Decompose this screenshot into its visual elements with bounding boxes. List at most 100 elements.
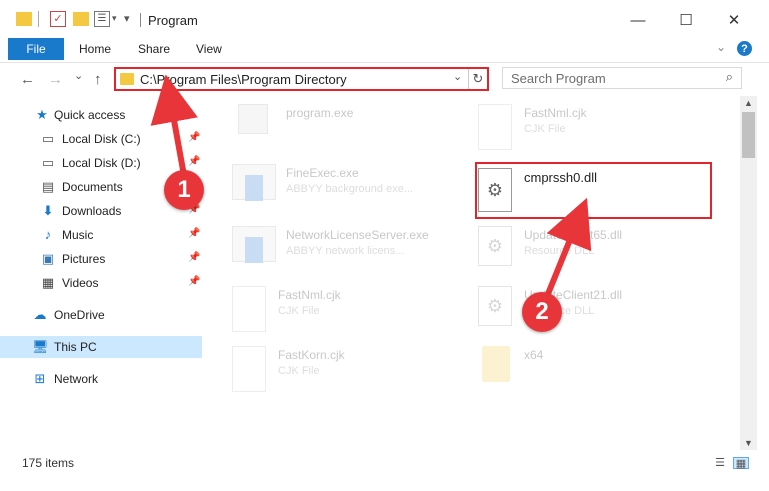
- address-bar[interactable]: C:\Program Files\Program Directory ⌄ ↻: [114, 67, 489, 91]
- folder-icon: [16, 12, 32, 26]
- sidebar-item-pictures[interactable]: ▣ Pictures 📌: [0, 248, 202, 270]
- address-dropdown-icon[interactable]: ⌄: [453, 70, 462, 83]
- documents-icon: ▤: [41, 179, 55, 194]
- properties-icon[interactable]: ✓: [50, 11, 66, 27]
- dll-icon: ⚙: [478, 226, 512, 266]
- file-name: program.exe: [286, 106, 354, 120]
- navigation-bar: ← → ⌄ ↑ C:\Program Files\Program Directo…: [0, 62, 769, 94]
- file-item[interactable]: program.exe: [232, 102, 472, 158]
- search-icon[interactable]: ⌕: [726, 69, 733, 85]
- quick-access-dropdown-icon[interactable]: ▾: [112, 13, 117, 24]
- sidebar-item-quick-access[interactable]: ★ Quick access: [0, 104, 202, 126]
- sidebar-item-label: OneDrive: [54, 308, 105, 322]
- file-item[interactable]: ⚙ UpdateClient21.dll Resource DLL: [478, 284, 718, 340]
- sidebar-item-local-disk-d[interactable]: ▭ Local Disk (D:) 📌: [0, 152, 202, 174]
- star-icon: ★: [36, 107, 48, 122]
- ribbon: File Home Share View ⌄ ?: [0, 38, 769, 60]
- help-icon[interactable]: ?: [737, 41, 752, 56]
- app-icon: [232, 164, 276, 201]
- back-button[interactable]: ←: [20, 71, 35, 88]
- file-item[interactable]: FastNml.cjk CJK File: [232, 284, 472, 340]
- new-folder-icon[interactable]: [73, 12, 89, 26]
- maximize-button[interactable]: ☐: [663, 6, 709, 34]
- pin-icon[interactable]: 📌: [188, 156, 200, 167]
- videos-icon: ▦: [41, 275, 55, 290]
- file-item[interactable]: FastKorn.cjk CJK File: [232, 344, 472, 400]
- folder-icon: [120, 73, 134, 85]
- title-divider: [140, 13, 141, 27]
- file-type: Resource DLL: [524, 245, 595, 257]
- file-name: NetworkLicenseServer.exe: [286, 228, 429, 242]
- scroll-down-icon[interactable]: ▼: [740, 436, 757, 450]
- network-icon: ⊞: [34, 371, 46, 386]
- tab-home[interactable]: Home: [79, 42, 111, 56]
- pin-icon[interactable]: 📌: [188, 228, 200, 239]
- dll-highlight-box: [475, 162, 712, 219]
- file-item[interactable]: NetworkLicenseServer.exe ABBYY network l…: [232, 224, 472, 280]
- file-item[interactable]: x64: [478, 344, 718, 400]
- refresh-button[interactable]: ↻: [468, 69, 487, 89]
- document-icon: [232, 286, 266, 332]
- annotation-badge-1: 1: [164, 170, 204, 210]
- close-button[interactable]: ✕: [711, 6, 757, 34]
- folder-icon: [482, 346, 510, 382]
- cloud-icon: ☁: [33, 307, 47, 322]
- file-name: UpdateClient65.dll: [524, 228, 623, 242]
- file-name: FastNml.cjk: [524, 106, 587, 120]
- document-icon: [478, 104, 512, 150]
- tab-file[interactable]: File: [8, 38, 64, 60]
- sidebar-item-music[interactable]: ♪ Music 📌: [0, 224, 202, 246]
- expand-ribbon-icon[interactable]: ⌄: [716, 40, 726, 54]
- sidebar-item-this-pc[interactable]: 🖥 This PC: [0, 336, 202, 358]
- search-placeholder: Search Program: [511, 71, 606, 86]
- scroll-up-icon[interactable]: ▲: [740, 96, 757, 110]
- sidebar-item-network[interactable]: ⊞ Network: [0, 368, 202, 390]
- quick-access-customize-icon[interactable]: ☰: [94, 11, 110, 27]
- file-item[interactable]: FastNml.cjk CJK File: [478, 102, 718, 158]
- file-name: x64: [524, 348, 544, 362]
- annotation-badge-2: 2: [522, 292, 562, 332]
- large-icons-view-icon[interactable]: ▦: [733, 457, 749, 470]
- scroll-thumb[interactable]: [742, 112, 755, 158]
- vertical-scrollbar[interactable]: ▲ ▼: [740, 96, 757, 450]
- recent-locations-button[interactable]: ⌄: [74, 69, 83, 82]
- sidebar-item-label: Local Disk (D:): [62, 156, 141, 170]
- status-bar: 175 items ☰ ▦: [0, 452, 769, 474]
- pin-arrow-icon[interactable]: ▾: [124, 12, 130, 25]
- file-type: CJK File: [524, 123, 566, 135]
- sidebar-item-label: Videos: [62, 276, 99, 290]
- sidebar-item-local-disk-c[interactable]: ▭ Local Disk (C:) 📌: [0, 128, 202, 150]
- pin-icon[interactable]: 📌: [188, 252, 200, 263]
- file-type: ABBYY network licens...: [286, 245, 405, 257]
- file-item[interactable]: ⚙ UpdateClient65.dll Resource DLL: [478, 224, 718, 280]
- navigation-pane: ★ Quick access ▭ Local Disk (C:) 📌 ▭ Loc…: [0, 96, 208, 450]
- drive-icon: ▭: [41, 155, 55, 170]
- sidebar-item-label: Downloads: [62, 204, 122, 218]
- file-item[interactable]: FineExec.exe ABBYY background exe...: [232, 162, 472, 218]
- title-bar: ✓ ☰ ▾ ▾ Program — ☐ ✕: [0, 0, 769, 38]
- details-view-icon[interactable]: ☰: [712, 457, 728, 469]
- minimize-button[interactable]: —: [615, 6, 661, 34]
- sidebar-item-videos[interactable]: ▦ Videos 📌: [0, 272, 202, 294]
- sidebar-item-label: Network: [54, 372, 99, 386]
- sidebar-item-label: Pictures: [62, 252, 106, 266]
- tab-view[interactable]: View: [196, 42, 222, 56]
- up-button[interactable]: ↑: [94, 71, 102, 88]
- sidebar-item-label: Local Disk (C:): [62, 132, 141, 146]
- pin-icon[interactable]: 📌: [188, 132, 200, 143]
- file-name: FineExec.exe: [286, 166, 359, 180]
- address-path[interactable]: C:\Program Files\Program Directory: [140, 72, 347, 87]
- sidebar-item-label: Quick access: [54, 108, 126, 122]
- pictures-icon: ▣: [41, 251, 55, 266]
- tab-share[interactable]: Share: [138, 42, 170, 56]
- download-icon: ⬇: [42, 203, 54, 218]
- toolbar-divider: [38, 11, 39, 27]
- file-name: FastKorn.cjk: [278, 348, 345, 362]
- search-input[interactable]: Search Program ⌕: [502, 67, 742, 89]
- pin-icon[interactable]: 📌: [188, 276, 200, 287]
- sidebar-item-onedrive[interactable]: ☁ OneDrive: [0, 304, 202, 326]
- forward-button[interactable]: →: [48, 71, 63, 88]
- exe-icon: [238, 104, 268, 134]
- sidebar-item-label: Documents: [62, 180, 123, 194]
- file-type: ABBYY background exe...: [286, 183, 413, 195]
